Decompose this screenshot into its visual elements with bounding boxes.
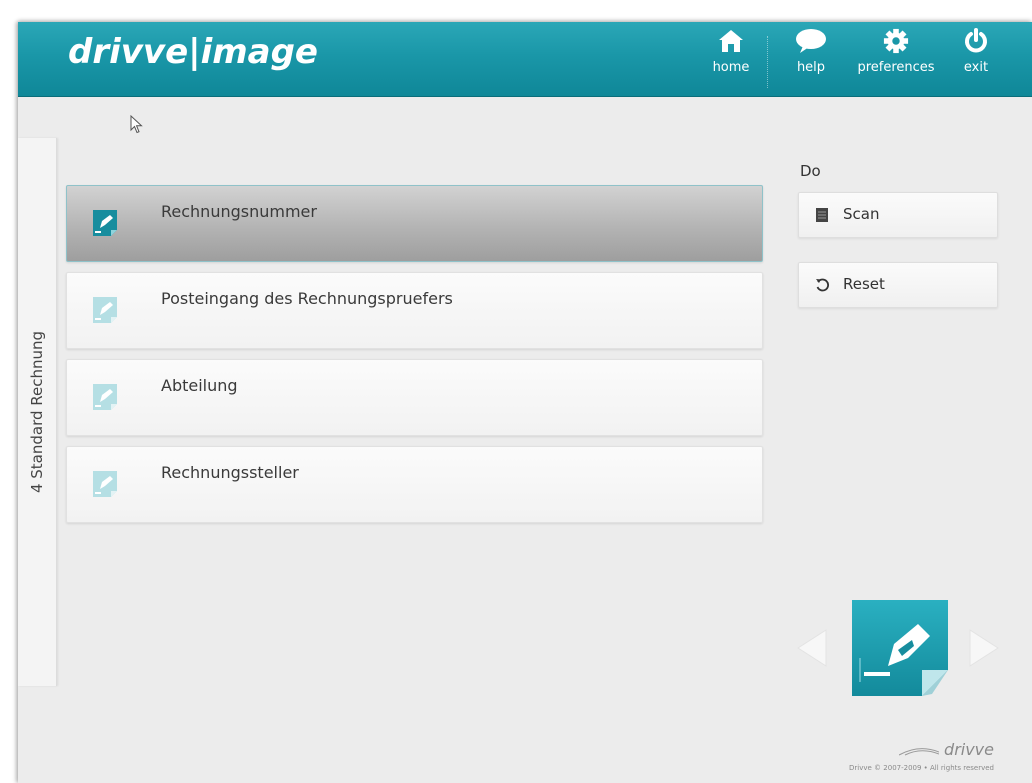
nav-divider	[767, 36, 769, 88]
actions-heading: Do	[800, 162, 821, 180]
preferences-label: preferences	[857, 60, 935, 75]
list-item-posteingang[interactable]: Posteingang des Rechnungspruefers	[66, 272, 763, 349]
side-tab[interactable]: 4 Standard Rechnung	[18, 138, 57, 686]
scanner-icon	[816, 208, 828, 222]
document-pen-icon	[93, 384, 117, 410]
side-tab-label: 4 Standard Rechnung	[28, 330, 46, 494]
arrow-right-icon[interactable]	[968, 628, 1000, 668]
exit-button[interactable]: exit	[956, 28, 996, 75]
document-pen-icon	[93, 210, 117, 236]
app-window: drivve|image home help preferences exit …	[18, 22, 1032, 783]
document-preview-icon	[852, 600, 948, 696]
scan-label: Scan	[843, 205, 880, 223]
home-label: home	[712, 60, 750, 75]
home-button[interactable]: home	[706, 28, 756, 75]
reset-button[interactable]: Reset	[798, 262, 998, 308]
home-icon	[719, 30, 743, 52]
document-pen-icon	[93, 297, 117, 323]
item-label: Rechnungsnummer	[161, 202, 317, 221]
list-item-rechnungsnummer[interactable]: Rechnungsnummer	[66, 185, 763, 262]
brand-lines-icon	[898, 747, 940, 755]
footer-brand: drivve	[886, 740, 994, 759]
gear-icon	[883, 28, 909, 54]
exit-label: exit	[963, 60, 989, 75]
scan-button[interactable]: Scan	[798, 192, 998, 238]
app-logo: drivve|image	[68, 32, 318, 72]
help-label: help	[796, 60, 826, 75]
power-icon	[965, 28, 987, 53]
item-label: Posteingang des Rechnungspruefers	[161, 289, 453, 308]
mouse-cursor-icon	[130, 115, 143, 134]
reset-label: Reset	[843, 275, 885, 293]
list-item-abteilung[interactable]: Abteilung	[66, 359, 763, 436]
arrow-left-icon[interactable]	[796, 628, 828, 668]
item-label: Rechnungssteller	[161, 463, 299, 482]
footer-copyright: Drivve © 2007-2009 • All rights reserved	[849, 764, 994, 772]
field-list: Rechnungsnummer Posteingang des Rechnung…	[66, 185, 763, 533]
footer-brand-text: drivve	[944, 740, 994, 759]
preferences-button[interactable]: preferences	[846, 28, 946, 75]
help-button[interactable]: help	[790, 28, 832, 75]
document-pen-icon	[93, 471, 117, 497]
item-label: Abteilung	[161, 376, 238, 395]
list-item-rechnungssteller[interactable]: Rechnungssteller	[66, 446, 763, 523]
speech-bubble-icon	[796, 29, 826, 53]
refresh-icon	[816, 278, 829, 292]
header-bar: drivve|image home help preferences exit	[18, 22, 1032, 97]
